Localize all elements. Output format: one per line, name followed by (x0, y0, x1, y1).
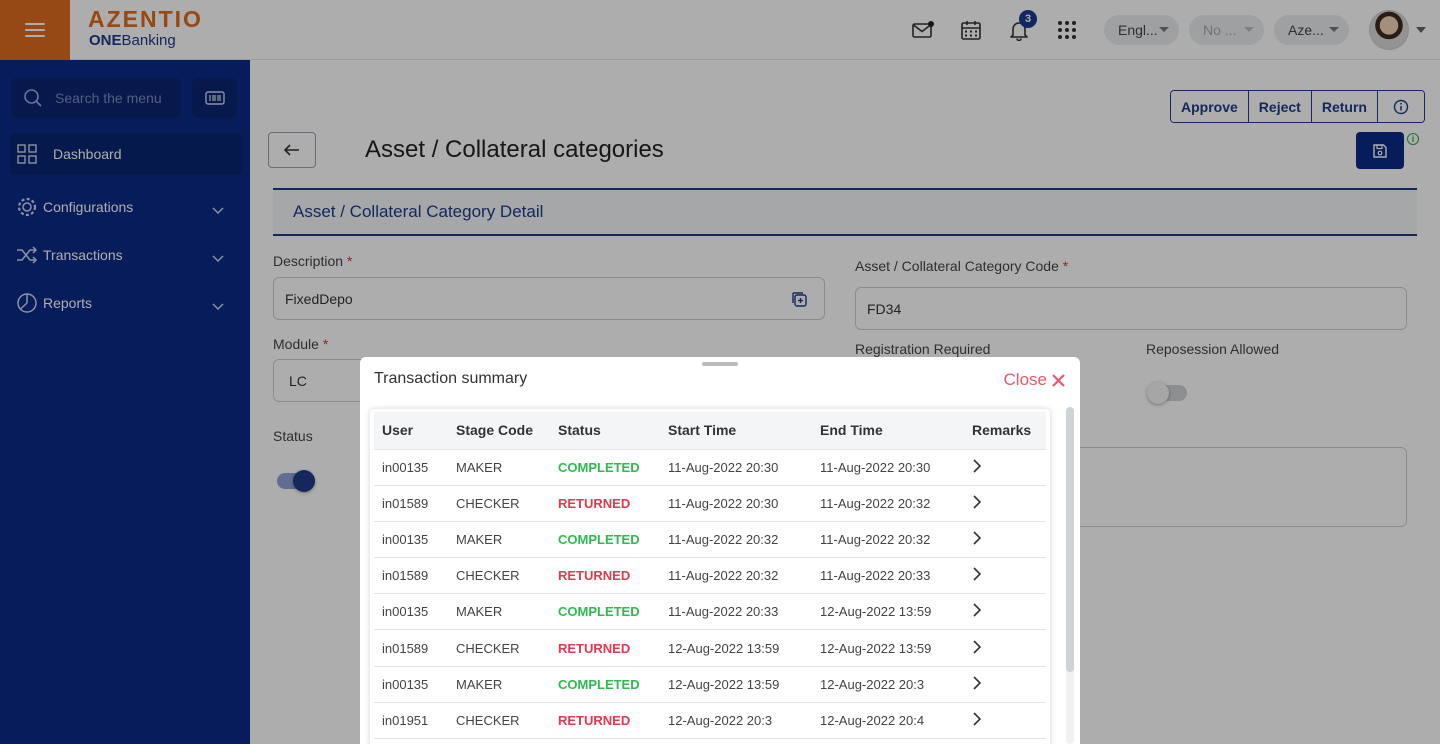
cell-status: COMPLETED (550, 666, 660, 703)
cell-remarks (964, 449, 1046, 486)
cell-end-time: 11-Aug-2022 20:30 (812, 449, 964, 486)
cell-remarks (964, 629, 1046, 667)
cell-user: in01589 (374, 485, 448, 522)
cell-start-time: 11-Aug-2022 20:30 (660, 449, 812, 486)
cell-status: RETURNED (550, 702, 660, 740)
cell-start-time: 11-Aug-2022 20:30 (660, 485, 812, 522)
chevron-right-icon[interactable] (972, 639, 982, 655)
table-row: in01589 CHECKER RETURNED 12-Aug-2022 13:… (374, 629, 1046, 667)
close-label: Close (1003, 370, 1047, 389)
table-row: in00135 MAKER COMPLETED 12-Aug-2022 13:5… (374, 666, 1046, 703)
transaction-summary-modal: Transaction summary Close User Stage Cod… (360, 357, 1080, 744)
cell-start-time: 11-Aug-2022 20:32 (660, 521, 812, 559)
cell-start-time: 11-Aug-2022 20:32 (660, 557, 812, 595)
modal-scrollbar[interactable] (1066, 407, 1074, 744)
transaction-table-container: User Stage Code Status Start Time End Ti… (370, 409, 1050, 744)
cell-remarks (964, 557, 1046, 595)
cell-remarks (964, 593, 1046, 631)
close-button[interactable]: Close (1004, 370, 1066, 390)
cell-end-time: 11-Aug-2022 20:33 (812, 557, 964, 595)
column-header-start-time: Start Time (660, 412, 812, 450)
cell-user: in00135 (374, 666, 448, 703)
table-row: in01589 CHECKER RETURNED 11-Aug-2022 20:… (374, 557, 1046, 595)
cell-stage-code: CHECKER (448, 702, 550, 740)
column-header-stage-code: Stage Code (448, 412, 550, 450)
cell-remarks (964, 702, 1046, 740)
cell-remarks (964, 521, 1046, 559)
column-header-end-time: End Time (812, 412, 964, 450)
cell-user: in01589 (374, 629, 448, 667)
chevron-right-icon[interactable] (972, 675, 982, 691)
cell-status: COMPLETED (550, 521, 660, 559)
table-row: in00135 MAKER COMPLETED 11-Aug-2022 20:3… (374, 593, 1046, 631)
modal-title: Transaction summary (374, 370, 528, 387)
cell-user: in00135 (374, 593, 448, 631)
cell-stage-code: MAKER (448, 593, 550, 631)
cell-user: in00135 (374, 449, 448, 486)
table-row: in00135 MAKER COMPLETED 11-Aug-2022 20:3… (374, 521, 1046, 559)
column-header-user: User (374, 412, 448, 450)
table-header-row: User Stage Code Status Start Time End Ti… (374, 412, 1046, 450)
cell-status: RETURNED (550, 485, 660, 522)
scrollbar-thumb[interactable] (1066, 407, 1074, 672)
cell-stage-code: MAKER (448, 449, 550, 486)
cell-start-time: 12-Aug-2022 20:3 (660, 702, 812, 740)
cell-stage-code: MAKER (448, 666, 550, 703)
cell-start-time: 12-Aug-2022 13:59 (660, 629, 812, 667)
cell-end-time: 12-Aug-2022 13:59 (812, 629, 964, 667)
cell-status: COMPLETED (550, 449, 660, 486)
chevron-right-icon[interactable] (972, 711, 982, 727)
chevron-right-icon[interactable] (972, 566, 982, 582)
cell-end-time: 12-Aug-2022 20:4 (812, 702, 964, 740)
column-header-status: Status (550, 412, 660, 450)
chevron-right-icon[interactable] (972, 458, 982, 474)
cell-end-time: 12-Aug-2022 13:59 (812, 593, 964, 631)
cell-start-time: 11-Aug-2022 20:33 (660, 593, 812, 631)
cell-status: COMPLETED (550, 593, 660, 631)
cell-stage-code: CHECKER (448, 557, 550, 595)
table-row: in01951 CHECKER RETURNED 12-Aug-2022 20:… (374, 702, 1046, 740)
cell-stage-code: CHECKER (448, 485, 550, 522)
cell-end-time: 11-Aug-2022 20:32 (812, 485, 964, 522)
cell-end-time: 11-Aug-2022 20:32 (812, 521, 964, 559)
cell-stage-code: MAKER (448, 521, 550, 559)
cell-remarks (964, 485, 1046, 522)
table-row: in00135 MAKER COMPLETED 11-Aug-2022 20:3… (374, 449, 1046, 486)
transaction-table: User Stage Code Status Start Time End Ti… (374, 412, 1046, 740)
cell-stage-code: CHECKER (448, 629, 550, 667)
cell-status: RETURNED (550, 557, 660, 595)
cell-user: in01589 (374, 557, 448, 595)
cell-user: in01951 (374, 702, 448, 740)
close-icon (1052, 373, 1065, 387)
column-header-remarks: Remarks (964, 412, 1046, 450)
drag-handle[interactable] (702, 362, 738, 366)
chevron-right-icon[interactable] (972, 494, 982, 510)
cell-start-time: 12-Aug-2022 13:59 (660, 666, 812, 703)
cell-status: RETURNED (550, 629, 660, 667)
cell-end-time: 12-Aug-2022 20:3 (812, 666, 964, 703)
chevron-right-icon[interactable] (972, 602, 982, 618)
table-row: in01589 CHECKER RETURNED 11-Aug-2022 20:… (374, 485, 1046, 522)
chevron-right-icon[interactable] (972, 530, 982, 546)
cell-user: in00135 (374, 521, 448, 559)
cell-remarks (964, 666, 1046, 703)
